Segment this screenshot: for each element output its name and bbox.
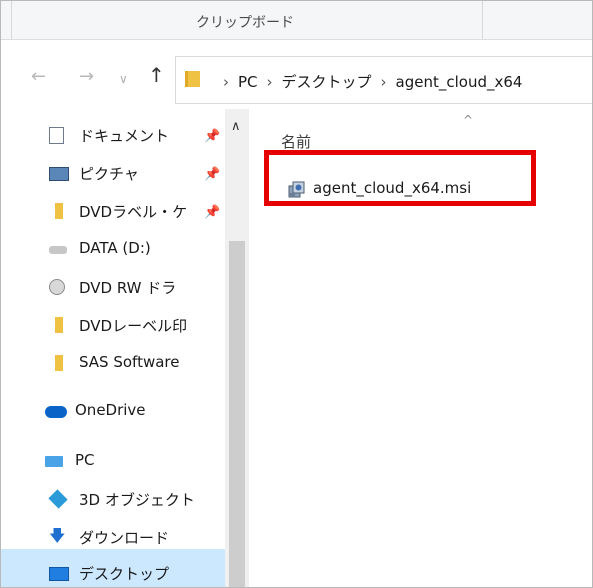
downloads-icon: 🡇 bbox=[49, 526, 66, 545]
file-explorer-window: クリップボード ← → ∨ ↑ › PC › デスクトップ › agent_cloud_x… bbox=[0, 0, 593, 588]
breadcrumb: › PC › デスクトップ › agent_cloud_x64 bbox=[214, 71, 522, 92]
folder-icon bbox=[185, 71, 200, 87]
3d-objects-icon bbox=[48, 489, 68, 509]
pin-icon[interactable]: 📌 bbox=[204, 167, 220, 182]
pc-icon bbox=[45, 456, 63, 467]
folder-icon bbox=[55, 317, 63, 333]
chevron-right-icon[interactable]: › bbox=[381, 73, 387, 91]
nav-item-label: PC bbox=[75, 451, 95, 469]
breadcrumb-agent-cloud[interactable]: agent_cloud_x64 bbox=[396, 73, 523, 91]
breadcrumb-pc[interactable]: PC bbox=[238, 73, 258, 91]
pin-icon[interactable]: 📌 bbox=[204, 205, 220, 220]
nav-item-label: 3D オブジェクト bbox=[79, 491, 195, 509]
nav-item-label: ピクチャ bbox=[79, 165, 139, 183]
folder-icon bbox=[55, 203, 63, 219]
nav-item-label: DVDラベル・ケ bbox=[79, 203, 188, 221]
desktop-icon bbox=[49, 567, 69, 581]
column-header-name[interactable]: 名前 bbox=[281, 131, 311, 152]
ribbon-divider bbox=[11, 1, 12, 39]
pictures-icon bbox=[49, 167, 69, 181]
document-icon bbox=[49, 127, 64, 144]
arrow-left-icon[interactable]: ← bbox=[31, 68, 46, 86]
breadcrumb-desktop[interactable]: デスクトップ bbox=[282, 73, 372, 91]
ribbon-group-label: クリップボード bbox=[196, 15, 294, 31]
nav-item-label: DVD RW ドラ bbox=[79, 279, 177, 297]
chevron-right-icon[interactable]: › bbox=[223, 73, 229, 91]
chevron-right-icon[interactable]: › bbox=[267, 73, 273, 91]
arrow-right-icon[interactable]: → bbox=[79, 68, 94, 86]
pin-icon[interactable]: 📌 bbox=[204, 129, 220, 144]
navigation-pane: ドキュメント 📌 ピクチャ 📌 DVDラベル・ケ 📌 DATA (D:) DVD… bbox=[1, 109, 249, 587]
arrow-up-icon[interactable]: ↑ bbox=[148, 65, 165, 85]
drive-icon bbox=[49, 246, 67, 254]
folder-icon bbox=[55, 355, 63, 371]
chevron-down-icon[interactable]: ∨ bbox=[119, 70, 128, 88]
nav-item-label: ダウンロード bbox=[79, 529, 170, 547]
nav-item-label: OneDrive bbox=[75, 401, 146, 419]
scroll-up-icon[interactable]: ∧ bbox=[231, 119, 241, 134]
address-bar[interactable]: › PC › デスクトップ › agent_cloud_x64 bbox=[175, 56, 592, 104]
navigation-bar: ← → ∨ ↑ › PC › デスクトップ › agent_cloud_x64 bbox=[1, 40, 592, 108]
nav-item-label: DVDレーベル印 bbox=[79, 317, 188, 335]
scrollbar-thumb[interactable] bbox=[229, 241, 245, 587]
nav-item-label: DATA (D:) bbox=[79, 239, 151, 257]
red-highlight-box bbox=[264, 150, 536, 206]
nav-pane-scrollbar[interactable]: ∧ bbox=[225, 109, 249, 587]
nav-item-label: ドキュメント bbox=[79, 127, 170, 145]
sort-caret-icon: ^ bbox=[463, 113, 474, 127]
nav-item-label: デスクトップ bbox=[79, 565, 170, 583]
nav-item-label: SAS Software bbox=[79, 353, 180, 371]
onedrive-icon bbox=[45, 406, 67, 418]
ribbon: クリップボード bbox=[1, 1, 592, 40]
ribbon-divider bbox=[482, 1, 483, 39]
dvd-drive-icon bbox=[49, 279, 65, 295]
